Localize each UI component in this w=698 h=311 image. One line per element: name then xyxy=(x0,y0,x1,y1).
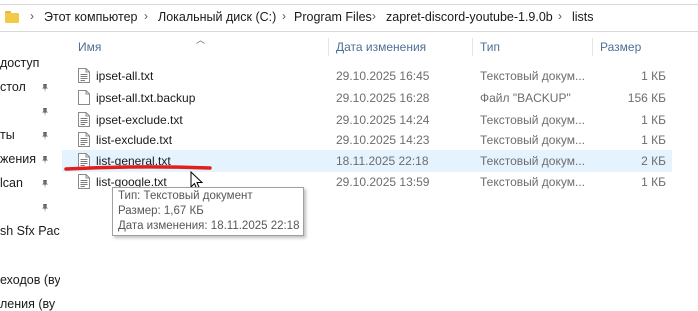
address-bar[interactable]: › Этот компьютер › Локальный диск (C:) ›… xyxy=(0,4,698,32)
file-type: Текстовый докум... xyxy=(480,113,585,127)
column-header-size[interactable]: Размер xyxy=(600,40,641,54)
nav-item-transitions[interactable]: еходов (ву xyxy=(0,273,60,287)
text-file-icon xyxy=(78,132,90,147)
file-date: 18.11.2025 22:18 xyxy=(336,154,429,168)
column-divider[interactable] xyxy=(328,38,329,56)
column-header-name[interactable]: Имя xyxy=(78,40,101,54)
pin-icon xyxy=(40,131,50,141)
nav-item-sfx-package[interactable]: sh Sfx Pac xyxy=(0,224,60,238)
file-date: 29.10.2025 14:24 xyxy=(336,113,430,127)
file-date: 29.10.2025 16:45 xyxy=(336,69,430,83)
breadcrumb-separator-icon: › xyxy=(558,9,562,23)
file-name: ipset-all.txt xyxy=(96,69,154,83)
tooltip-date: Дата изменения: 18.11.2025 22:18 xyxy=(118,220,300,232)
pin-icon xyxy=(40,83,50,93)
file-size: 1 КБ xyxy=(641,113,666,127)
nav-item-documents[interactable]: ты xyxy=(0,128,15,142)
nav-item-updates[interactable]: ления (ву xyxy=(0,297,55,311)
breadcrumb-separator-icon: › xyxy=(372,9,376,23)
pin-icon xyxy=(40,179,50,189)
sort-ascending-icon: ︿ xyxy=(196,35,206,45)
breadcrumb-program-files[interactable]: Program Files xyxy=(294,10,372,24)
nav-item-desktop[interactable]: стол xyxy=(0,80,26,94)
file-size: 1 КБ xyxy=(641,133,666,147)
column-divider[interactable] xyxy=(472,38,473,56)
text-file-icon xyxy=(78,112,90,127)
breadcrumb-lists[interactable]: lists xyxy=(572,10,594,24)
nav-item-pictures[interactable]: жения xyxy=(0,152,36,166)
file-row[interactable]: ipset-all.txt 29.10.2025 16:45 Текстовый… xyxy=(62,65,672,87)
file-row[interactable]: ipset-all.txt.backup 29.10.2025 16:28 Фа… xyxy=(62,87,672,109)
file-type: Текстовый докум... xyxy=(480,133,585,147)
file-row[interactable]: list-exclude.txt 29.10.2025 14:23 Тексто… xyxy=(62,129,672,151)
file-type: Файл "BACKUP" xyxy=(480,91,571,105)
blank-file-icon xyxy=(78,90,90,105)
file-info-tooltip: Тип: Текстовый документ Размер: 1,67 КБ … xyxy=(112,187,304,236)
breadcrumb-separator-icon: › xyxy=(144,9,148,23)
file-type: Текстовый докум... xyxy=(480,154,585,168)
file-size: 2 КБ xyxy=(641,154,666,168)
file-date: 29.10.2025 14:23 xyxy=(336,133,430,147)
file-name: ipset-all.txt.backup xyxy=(96,91,196,105)
file-date: 29.10.2025 13:59 xyxy=(336,175,430,189)
breadcrumb-this-pc[interactable]: Этот компьютер xyxy=(44,10,137,24)
tooltip-type: Тип: Текстовый документ xyxy=(118,190,253,202)
text-file-icon xyxy=(78,68,90,83)
text-file-icon xyxy=(78,174,90,189)
column-header-date[interactable]: Дата изменения xyxy=(336,40,426,54)
pin-icon xyxy=(40,155,50,165)
tooltip-size: Размер: 1,67 КБ xyxy=(118,205,204,217)
nav-item-quick-access[interactable]: доступ xyxy=(0,56,39,70)
breadcrumb-separator-icon: › xyxy=(30,9,34,23)
column-divider[interactable] xyxy=(592,38,593,56)
breadcrumb-zapret-folder[interactable]: zapret-discord-youtube-1.9.0b xyxy=(386,10,553,24)
breadcrumb-local-disk[interactable]: Локальный диск (C:) xyxy=(158,10,276,24)
navigation-pane: доступ стол ты жения lcan sh Sfx Pac ехо… xyxy=(0,31,60,311)
file-size: 156 КБ xyxy=(627,91,666,105)
file-size: 1 КБ xyxy=(641,69,666,83)
file-name: list-exclude.txt xyxy=(96,133,173,147)
pin-icon xyxy=(40,203,50,213)
file-date: 29.10.2025 16:28 xyxy=(336,91,430,105)
nav-item-lcan[interactable]: lcan xyxy=(0,176,23,190)
folder-icon xyxy=(5,11,19,23)
file-size: 1 КБ xyxy=(641,175,666,189)
breadcrumb-separator-icon: › xyxy=(282,9,286,23)
file-type: Текстовый докум... xyxy=(480,175,585,189)
pin-icon xyxy=(40,107,50,117)
file-row[interactable]: ipset-exclude.txt 29.10.2025 14:24 Текст… xyxy=(62,109,672,131)
column-header-type[interactable]: Тип xyxy=(480,40,500,54)
file-name: ipset-exclude.txt xyxy=(96,113,183,127)
file-type: Текстовый докум... xyxy=(480,69,585,83)
